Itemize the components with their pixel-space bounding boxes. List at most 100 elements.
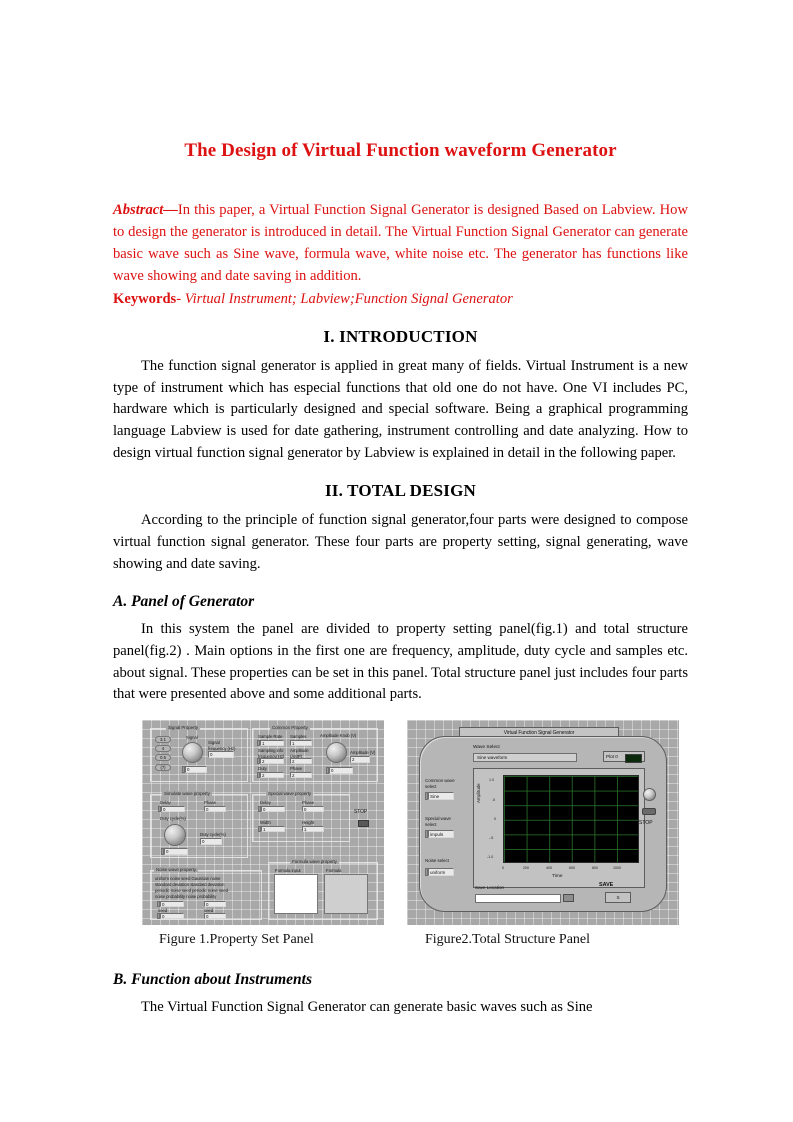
field-amplitude-readout[interactable]: 2 xyxy=(350,756,370,764)
label-sampling-frequency: Sampling info frequency(Hz) xyxy=(258,748,285,759)
label-special-width: Width xyxy=(260,820,271,826)
waveform-graph[interactable]: Amplitude 1.0 .5 0 -.5 -1.0 0 200 400 60… xyxy=(473,768,645,889)
field-amplitude-dial[interactable]: 0 xyxy=(329,767,353,775)
figure2-caption: Figure2.Total Structure Panel xyxy=(425,932,591,948)
waveform-plot-canvas xyxy=(503,775,639,864)
field-save-location[interactable] xyxy=(475,894,561,904)
figures-row: Signal Property 3.1 4 0.5 (7) Signal Sig… xyxy=(113,720,688,928)
paragraph-panel-of-generator: In this system the panel are divided to … xyxy=(113,620,688,703)
graph-x-tick-0: 0 xyxy=(502,866,504,871)
label-simulate-delay: Delay xyxy=(160,800,171,806)
group-label-noise-wave: Noise wave property xyxy=(154,867,198,873)
field-phase[interactable]: 2 xyxy=(290,772,312,779)
label-amplitude: Amplitude (AMP) xyxy=(290,748,309,759)
label-duty-cycle-readout: Duty cycle(%) xyxy=(200,832,226,838)
field-special-wave-select[interactable]: impuls xyxy=(428,830,454,839)
graph-y-tick-2: 0 xyxy=(494,817,496,822)
document-page: The Design of Virtual Function waveform … xyxy=(0,0,793,1122)
group-label-common-property: Common Property xyxy=(270,725,310,731)
keywords-body: Virtual Instrument; Labview;Function Sig… xyxy=(184,291,513,308)
paragraph-introduction: The function signal generator is applied… xyxy=(113,357,688,462)
field-special-height[interactable]: 1 xyxy=(302,826,324,833)
group-label-signal-property: Signal Property xyxy=(166,725,200,731)
keywords-sep: - xyxy=(176,291,185,308)
field-duty-cycle-readout[interactable]: 0 xyxy=(200,838,222,846)
formula-input-box[interactable] xyxy=(274,874,318,915)
keywords-lead: Keywords xyxy=(113,291,177,308)
label-formula: Formula xyxy=(326,868,342,874)
label-special-delay: Delay xyxy=(260,800,271,806)
pill-value-1[interactable]: 3.1 xyxy=(155,736,171,744)
pill-value-4[interactable]: (7) xyxy=(155,764,171,772)
label-wave-select: Wave Select xyxy=(473,745,500,751)
panel-stop-label: STOP xyxy=(639,820,653,827)
label-duty: Duty xyxy=(258,766,267,772)
formula-output-box xyxy=(324,874,368,915)
field-amplitude[interactable]: 2 xyxy=(290,758,312,765)
field-noise-2[interactable]: 0 xyxy=(204,901,226,908)
graph-x-axis-label: Time xyxy=(552,874,563,880)
field-sample-rate[interactable]: 1 xyxy=(260,740,284,747)
figure-total-structure-panel: Virtual Function Signal Generator Wave S… xyxy=(407,720,679,926)
field-duty[interactable]: 2 xyxy=(260,772,284,779)
field-noise-1[interactable]: 0 xyxy=(160,901,184,908)
panel-toggle-switch[interactable] xyxy=(642,808,656,816)
field-special-width[interactable]: 1 xyxy=(261,826,285,833)
label-amplitude-knob: Amplitude Knob (V) xyxy=(320,733,357,739)
label-special-wave-select: Special wave select xyxy=(425,816,451,827)
label-noise-line-4: noise probability noise probability xyxy=(155,894,217,900)
field-noise-select[interactable]: uniform xyxy=(428,868,454,877)
label-noise-select: Noise select xyxy=(425,858,449,864)
figure-captions-row: Figure 1.Property Set Panel Figure2.Tota… xyxy=(113,932,688,954)
field-special-phase[interactable]: 0 xyxy=(302,806,324,813)
field-signal-dial[interactable]: 0 xyxy=(185,766,207,774)
label-amplitude-readout: Amplitude (V) xyxy=(350,750,376,756)
label-samples: Samples xyxy=(290,734,307,740)
label-special-height: Height xyxy=(302,820,315,826)
label-noise-line-2: standard deviation standard deviation xyxy=(155,882,225,888)
save-button[interactable]: S xyxy=(605,892,631,904)
field-simulate-phase[interactable]: 0 xyxy=(204,806,226,813)
field-noise-4[interactable]: 0 xyxy=(204,913,226,920)
pill-value-3[interactable]: 0.5 xyxy=(155,754,171,762)
plot-legend-swatch xyxy=(625,753,642,763)
group-label-formula-wave: Formula wave property xyxy=(290,859,339,865)
label-save-location: Save Location xyxy=(475,885,505,891)
figure-property-set-panel: Signal Property 3.1 4 0.5 (7) Signal Sig… xyxy=(142,720,384,926)
field-simulate-delay[interactable]: 0 xyxy=(161,806,185,813)
group-label-simulate-wave: Simulate wave property xyxy=(162,791,212,797)
label-duty-cycle-knob: Duty cycle(%) xyxy=(160,816,186,822)
graph-x-tick-3: 600 xyxy=(569,866,575,871)
label-phase: Phase xyxy=(290,766,302,772)
label-sample-rate: Sample Rate xyxy=(258,734,283,740)
field-special-delay[interactable]: 0 xyxy=(261,806,285,813)
label-signal-frequency: Signal frequency (Hz) xyxy=(208,740,236,751)
field-wave-select[interactable]: Sine waveform xyxy=(473,753,577,763)
graph-y-tick-0: 1.0 xyxy=(489,778,494,783)
subsection-heading-function-about-instruments: B. Function about Instruments xyxy=(113,971,312,989)
graph-x-tick-1: 200 xyxy=(523,866,529,871)
label-common-wave-select: Common wave select xyxy=(425,778,455,789)
section-heading-introduction: I. INTRODUCTION xyxy=(323,326,478,346)
folder-browse-icon[interactable] xyxy=(563,894,574,903)
label-formula-input: Formula input xyxy=(275,868,301,874)
field-sampling-frequency[interactable]: 2 xyxy=(260,758,284,765)
stop-switch-icon[interactable] xyxy=(358,820,369,828)
pill-value-2[interactable]: 4 xyxy=(155,745,171,753)
abstract-lead: Abstract— xyxy=(113,201,178,218)
abstract-block: Abstract—In this paper, a Virtual Functi… xyxy=(113,199,688,311)
graph-y-tick-4: -1.0 xyxy=(487,855,494,860)
save-title-label: SAVE xyxy=(599,882,614,889)
graph-x-tick-5: 1000 xyxy=(613,866,621,871)
field-noise-3[interactable]: 0 xyxy=(160,913,184,920)
field-signal-frequency[interactable]: 0 xyxy=(208,751,234,759)
plot-legend[interactable]: Plot 0 xyxy=(603,751,645,763)
field-common-wave-select[interactable]: Sine xyxy=(428,792,454,801)
label-noise-line-1: uniform noise seed Gaussian noise xyxy=(155,876,221,882)
abstract-body: In this paper, a Virtual Function Signal… xyxy=(113,201,688,285)
paragraph-total-design: According to the principle of function s… xyxy=(113,512,688,572)
field-samples[interactable]: 1 xyxy=(290,740,312,747)
document-content: The Design of Virtual Function waveform … xyxy=(113,140,688,1025)
field-duty-cycle-dial[interactable]: 0 xyxy=(164,848,188,856)
graph-x-tick-4: 800 xyxy=(592,866,598,871)
